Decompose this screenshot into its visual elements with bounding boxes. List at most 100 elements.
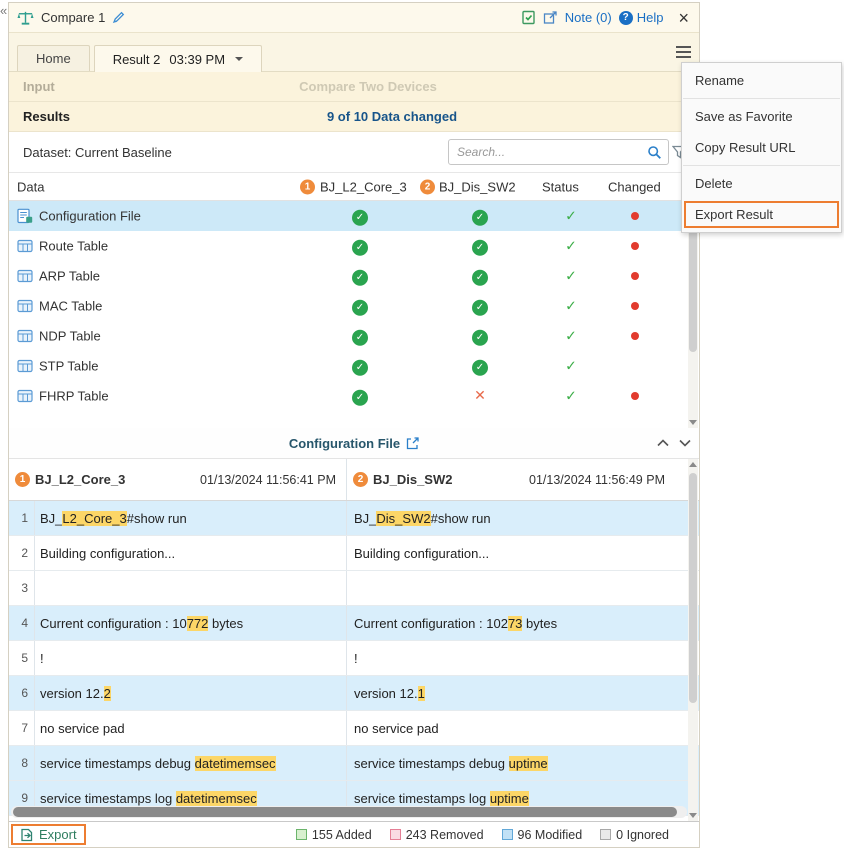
changed-dot-icon <box>631 392 639 400</box>
device2-number-badge: 2 <box>353 472 368 487</box>
diff-right-text: service timestamps debug uptime <box>346 746 691 780</box>
changed-cell <box>619 237 651 255</box>
changed-cell <box>619 267 651 285</box>
device2-result-cell: ✓ <box>464 207 496 226</box>
tab-home[interactable]: Home <box>17 45 90 71</box>
menu-item-save-as-favorite[interactable]: Save as Favorite <box>682 101 841 132</box>
diff-left-text: Building configuration... <box>35 536 346 570</box>
input-section-header[interactable]: Input Compare Two Devices <box>9 72 699 102</box>
device1-result-cell: ✓ <box>344 297 376 316</box>
changed-cell <box>619 387 651 405</box>
data-table-icon <box>17 269 33 283</box>
menu-divider <box>683 98 840 99</box>
device2-result-cell: ✓ <box>464 267 496 286</box>
chevron-down-icon[interactable] <box>679 439 691 447</box>
diff-line-8: 8service timestamps debug datetime msecs… <box>9 746 699 781</box>
line-number: 4 <box>9 606 35 640</box>
open-window-icon[interactable] <box>543 11 558 25</box>
status-check-icon: ✓ <box>555 208 587 225</box>
diff-left-text: no service pad <box>35 711 346 745</box>
external-link-icon[interactable] <box>406 437 419 450</box>
edit-icon[interactable] <box>112 11 125 24</box>
tab-result-2[interactable]: Result 2 03:39 PM <box>94 45 262 72</box>
diff-highlight: Dis_SW2 <box>376 511 430 526</box>
check-circle-icon: ✓ <box>472 329 488 345</box>
chevron-up-icon[interactable] <box>657 439 669 447</box>
column-header-changed: Changed <box>608 179 661 194</box>
legend-label: 155 Added <box>312 828 372 842</box>
status-check-icon: ✓ <box>555 358 587 375</box>
data-table-icon <box>17 329 33 343</box>
check-circle-icon: ✓ <box>472 239 488 255</box>
diff-highlight: 772 <box>187 616 209 631</box>
scroll-up-arrow[interactable] <box>689 462 697 467</box>
scroll-down-arrow[interactable] <box>689 813 697 818</box>
export-icon <box>20 828 34 842</box>
check-circle-icon: ✓ <box>352 359 368 375</box>
diff-line-6: 6version 12.2version 12.1 <box>9 676 699 711</box>
menu-item-export-result[interactable]: Export Result <box>684 201 839 228</box>
export-button[interactable]: Export <box>11 824 86 845</box>
table-row-fhrp-table[interactable]: FHRP Table✓✕✓ <box>9 381 699 411</box>
legend-swatch <box>600 829 611 840</box>
check-circle-icon: ✓ <box>352 239 368 255</box>
changed-dot-icon <box>631 242 639 250</box>
diff-left-text: BJ_L2_Core_3#show run <box>35 501 346 535</box>
table-row-configuration-file[interactable]: Configuration File✓✓✓ <box>9 201 699 231</box>
device1-result-cell: ✓ <box>344 387 376 406</box>
changed-cell <box>619 327 651 345</box>
diff-left-text: service timestamps debug datetime msec <box>35 746 346 780</box>
legend-item-155-added: 155 Added <box>296 828 372 842</box>
data-row-label: Route Table <box>39 239 108 254</box>
help-link[interactable]: ? Help <box>619 10 664 25</box>
diff-left-text <box>35 571 346 605</box>
compare-window: Compare 1 Note (0) ? <box>8 2 700 848</box>
scrollbar-thumb[interactable] <box>689 473 697 703</box>
dataset-label: Dataset: Current Baseline <box>23 145 172 160</box>
legend-swatch <box>390 829 401 840</box>
device1-result-cell: ✓ <box>344 327 376 346</box>
column-header-status: Status <box>542 179 579 194</box>
close-icon[interactable]: × <box>678 9 689 27</box>
data-row-label: ARP Table <box>39 269 100 284</box>
magnifier-icon[interactable] <box>647 145 662 160</box>
diff-left-text: ! <box>35 641 346 675</box>
table-row-ndp-table[interactable]: NDP Table✓✓✓ <box>9 321 699 351</box>
check-circle-icon: ✓ <box>472 359 488 375</box>
detail-panel-header: Configuration File <box>9 428 699 459</box>
note-link[interactable]: Note (0) <box>565 10 612 25</box>
line-number: 6 <box>9 676 35 710</box>
table-row-arp-table[interactable]: ARP Table✓✓✓ <box>9 261 699 291</box>
table-row-stp-table[interactable]: STP Table✓✓✓ <box>9 351 699 381</box>
legend-item-96-modified: 96 Modified <box>502 828 583 842</box>
menu-item-copy-result-url[interactable]: Copy Result URL <box>682 132 841 163</box>
status-check-icon: ✓ <box>555 238 587 255</box>
status-check-icon: ✓ <box>555 298 587 315</box>
device2-result-cell: ✕ <box>464 387 496 405</box>
device2-header: 2 BJ_Dis_SW2 01/13/2024 11:56:49 PM <box>346 459 691 500</box>
table-row-mac-table[interactable]: MAC Table✓✓✓ <box>9 291 699 321</box>
data-table-icon <box>17 359 33 373</box>
collapse-panel-icon[interactable]: « <box>0 3 7 18</box>
check-circle-icon: ✓ <box>352 209 368 225</box>
device1-result-cell: ✓ <box>344 207 376 226</box>
menu-item-rename[interactable]: Rename <box>682 65 841 96</box>
scrollbar-thumb[interactable] <box>13 807 677 817</box>
results-section-header[interactable]: Results 9 of 10 Data changed <box>9 102 699 132</box>
line-number: 5 <box>9 641 35 675</box>
horizontal-scrollbar[interactable] <box>11 806 687 818</box>
device1-header: 1 BJ_L2_Core_3 01/13/2024 11:56:41 PM <box>9 459 346 500</box>
device2-result-cell: ✓ <box>464 357 496 376</box>
export-button-label: Export <box>39 827 77 842</box>
table-row-route-table[interactable]: Route Table ✓ ✓ ✓ <box>9 231 699 261</box>
menu-item-delete[interactable]: Delete <box>682 168 841 199</box>
scroll-down-arrow[interactable] <box>689 420 697 425</box>
diff-right-text <box>346 571 691 605</box>
device2-result-cell: ✓ <box>464 237 496 256</box>
page-title: Compare 1 <box>41 10 105 25</box>
clipboard-check-icon[interactable] <box>521 10 536 25</box>
check-circle-icon: ✓ <box>352 329 368 345</box>
search-input[interactable] <box>457 145 647 159</box>
diff-vertical-scrollbar[interactable] <box>688 459 698 821</box>
hamburger-menu-icon[interactable] <box>675 44 692 60</box>
